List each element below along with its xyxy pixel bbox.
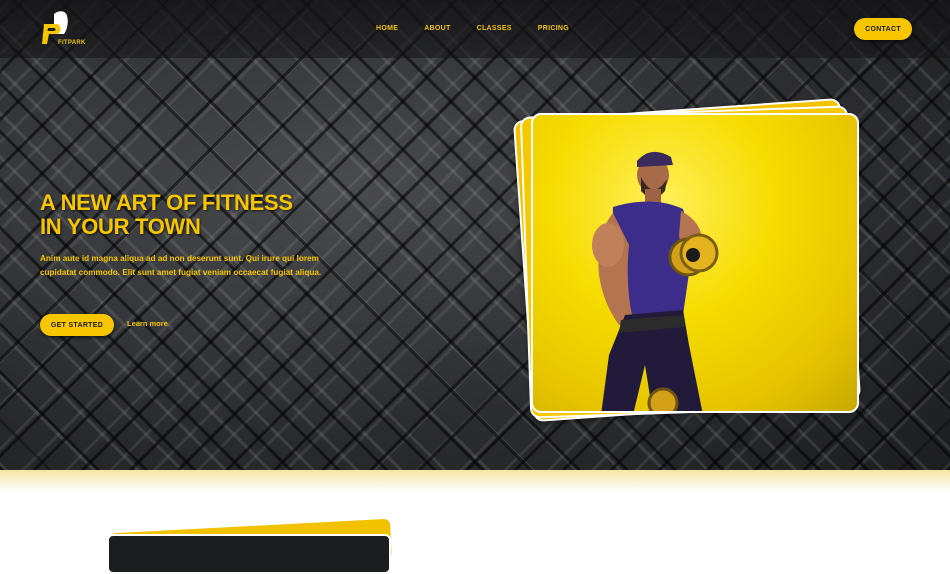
hero-bottom-glow bbox=[0, 470, 950, 492]
hero-image-stack bbox=[512, 97, 875, 432]
man-with-dumbbells-icon bbox=[592, 151, 719, 411]
headline-line-1: A NEW ART OF FITNESS bbox=[40, 190, 293, 215]
learn-more-link[interactable]: Learn more bbox=[127, 319, 168, 328]
headline-line-2: IN YOUR TOWN bbox=[40, 214, 201, 239]
get-started-button[interactable]: GET STARTED bbox=[40, 314, 114, 336]
main-nav: HOME ABOUT CLASSES PRICING bbox=[376, 25, 595, 32]
brand-name: FITPARK bbox=[58, 40, 86, 46]
bottom-card-photo bbox=[107, 534, 391, 574]
hero-section: FITPARK HOME ABOUT CLASSES PRICING CONTA… bbox=[0, 0, 950, 470]
navbar: FITPARK HOME ABOUT CLASSES PRICING CONTA… bbox=[0, 0, 950, 58]
contact-button[interactable]: CONTACT bbox=[854, 18, 912, 40]
nav-home[interactable]: HOME bbox=[376, 25, 398, 32]
hero-headline: A NEW ART OF FITNESS IN YOUR TOWN bbox=[40, 191, 360, 239]
nav-classes[interactable]: CLASSES bbox=[477, 25, 512, 32]
next-section-image-stack bbox=[105, 518, 395, 574]
hero-photo bbox=[531, 113, 859, 413]
nav-pricing[interactable]: PRICING bbox=[538, 25, 569, 32]
hero-description: Anim aute id magna aliqua ad ad non dese… bbox=[40, 254, 322, 277]
nav-about[interactable]: ABOUT bbox=[424, 25, 450, 32]
